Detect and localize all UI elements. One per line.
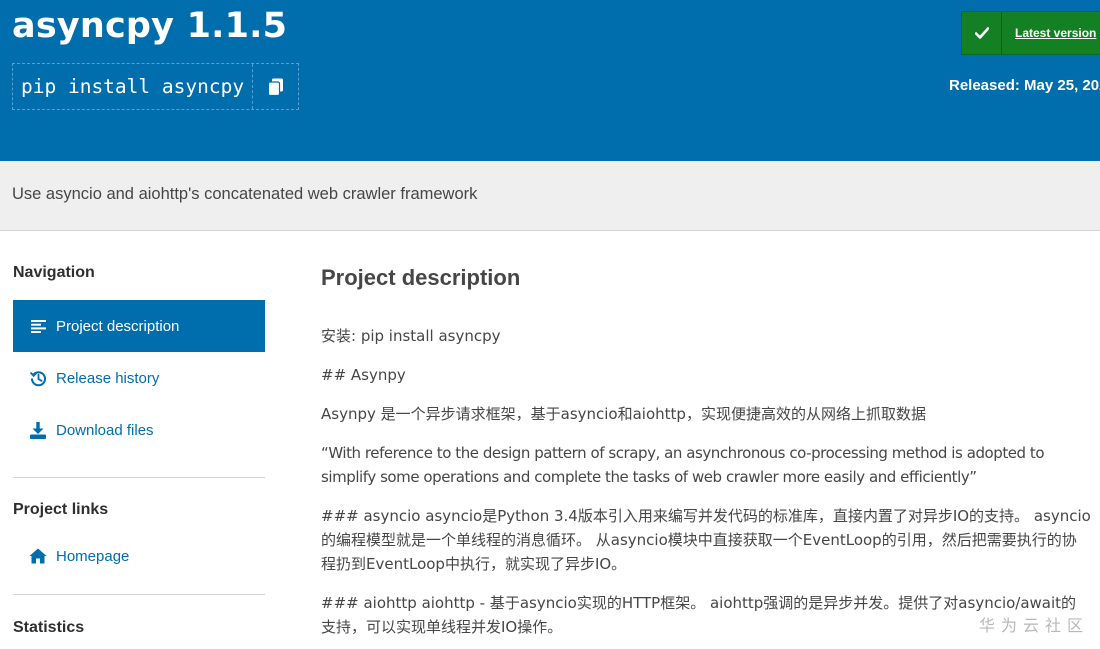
statistics-heading: Statistics bbox=[13, 619, 85, 636]
package-summary: Use asyncio and aiohttp's concatenated w… bbox=[12, 185, 478, 203]
home-icon bbox=[29, 547, 47, 565]
description-paragraph: “With reference to the design pattern of… bbox=[321, 444, 1045, 486]
nav-project-description[interactable]: Project description bbox=[13, 300, 265, 352]
package-header: asyncpy 1.1.5 pip install asyncpy Latest… bbox=[0, 0, 1100, 161]
description-paragraph: 安装: pip install asyncpy bbox=[321, 327, 501, 345]
check-icon bbox=[962, 12, 1002, 54]
latest-version-link[interactable]: Latest version bbox=[1002, 26, 1096, 40]
watermark: 华为云社区 bbox=[979, 616, 1090, 635]
homepage-label: Homepage bbox=[56, 547, 130, 565]
nav-label: Project description bbox=[56, 317, 180, 335]
navigation-heading: Navigation bbox=[13, 264, 95, 281]
project-description-title: Project description bbox=[321, 265, 521, 290]
link-homepage[interactable]: Homepage bbox=[13, 530, 265, 582]
nav-label: Download files bbox=[56, 421, 154, 439]
latest-version-badge[interactable]: Latest version bbox=[961, 11, 1100, 55]
description-paragraph: ### asyncio asyncio是Python 3.4版本引入用来编写并发… bbox=[321, 507, 1091, 573]
description-paragraph: Asynpy 是一个异步请求框架，基于asyncio和aiohttp，实现便捷高… bbox=[321, 405, 926, 423]
download-icon bbox=[29, 421, 47, 439]
sidebar-divider bbox=[13, 594, 265, 595]
history-icon bbox=[29, 369, 47, 387]
nav-release-history[interactable]: Release history bbox=[13, 352, 265, 404]
copy-icon bbox=[267, 78, 283, 96]
description-paragraph: ## Asynpy bbox=[321, 366, 406, 384]
package-summary-bar: Use asyncio and aiohttp's concatenated w… bbox=[0, 161, 1100, 231]
package-title: asyncpy 1.1.5 bbox=[12, 6, 288, 46]
pip-command[interactable]: pip install asyncpy bbox=[13, 64, 254, 109]
description-paragraph: ### aiohttp aiohttp - 基于asyncio实现的HTTP框架… bbox=[321, 594, 1077, 636]
nav-download-files[interactable]: Download files bbox=[13, 404, 265, 456]
align-left-icon bbox=[29, 317, 47, 335]
nav-label: Release history bbox=[56, 369, 160, 387]
copy-button[interactable] bbox=[253, 64, 298, 109]
project-links-heading: Project links bbox=[13, 501, 109, 518]
release-date: Released: May 25, 2020 bbox=[949, 77, 1100, 94]
sidebar-divider bbox=[13, 477, 265, 478]
pip-command-box: pip install asyncpy bbox=[12, 63, 300, 110]
